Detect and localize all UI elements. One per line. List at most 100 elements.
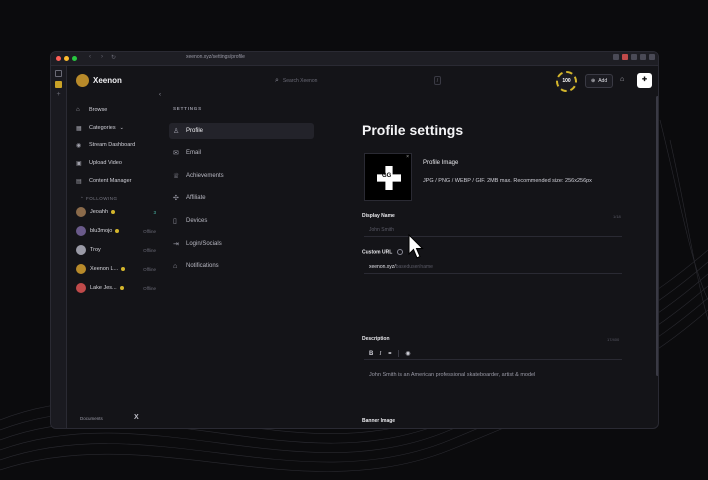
profile-image-help: JPG / PNG / WEBP / GIF. 2MB max. Recomme…	[423, 178, 592, 184]
info-icon[interactable]	[396, 249, 403, 255]
settings-tab-login-socials[interactable]: ⇥ Login/Socials	[169, 236, 314, 252]
add-button[interactable]: ⊕ Add	[585, 74, 614, 88]
verified-badge-icon	[111, 210, 116, 214]
extension-icon[interactable]	[649, 54, 655, 60]
profile-image-text: GG	[382, 173, 392, 179]
bold-icon[interactable]: B	[369, 351, 373, 357]
browser-sidebar-rail: +	[51, 66, 67, 428]
page-scrollbar[interactable]	[656, 96, 658, 376]
settings-tab-label: Email	[186, 150, 202, 156]
custom-url-prefix: xeenon.xyz/	[369, 264, 396, 270]
back-icon[interactable]: ‹	[89, 54, 91, 60]
profile-image-label: Profile Image	[423, 160, 459, 166]
follower-item[interactable]: blu3mojo Offline	[76, 225, 156, 237]
tab-favicon-icon[interactable]	[55, 81, 62, 88]
follower-status: Offline	[143, 266, 156, 272]
new-tab-icon[interactable]: +	[55, 91, 62, 99]
xeenon-logo[interactable]	[76, 74, 89, 87]
follower-name: blu3mojo	[90, 228, 113, 234]
address-bar[interactable]: xeenon.xyz/settings/profile	[186, 54, 245, 60]
custom-url-label-text: Custom URL	[362, 249, 393, 256]
description-label: Description	[362, 336, 390, 342]
preview-eye-icon[interactable]: ◉	[405, 350, 410, 357]
following-title: FOLLOWING	[86, 196, 118, 201]
search-input[interactable]: ⌕ Search Xeenon /	[275, 75, 441, 87]
plus-icon: ⊕	[591, 78, 596, 84]
toolbar-divider	[398, 350, 400, 357]
sidebar-item-content-manager[interactable]: ▤ Content Manager	[76, 176, 132, 186]
verified-badge-icon	[121, 267, 126, 271]
trophy-icon: ♕	[173, 173, 180, 180]
forward-icon[interactable]: ›	[101, 54, 103, 60]
follower-name: Lake Jes...	[90, 285, 117, 291]
display-name-field[interactable]: John Smith	[364, 223, 622, 237]
follower-name: Jeoahh	[90, 209, 109, 215]
broadcast-icon: ◉	[76, 142, 82, 149]
settings-tab-affiliate[interactable]: ✣ Affiliate	[169, 190, 314, 206]
settings-tab-notifications[interactable]: ⌂ Notifications	[169, 258, 314, 274]
reload-icon[interactable]: ↻	[111, 54, 116, 61]
settings-tab-achievements[interactable]: ♕ Achievements	[169, 168, 314, 184]
sidebar-item-browse[interactable]: ⌂ Browse	[76, 105, 107, 115]
link-icon[interactable]: ⚭	[387, 350, 392, 357]
search-shortcut: /	[434, 76, 441, 85]
notifications-icon[interactable]: ⌂	[620, 76, 624, 83]
coin-balance-badge[interactable]: 100	[556, 71, 577, 92]
follower-item[interactable]: Troy Offline	[76, 244, 156, 256]
video-icon: ▣	[76, 160, 82, 167]
italic-icon[interactable]: I	[379, 351, 381, 357]
follower-name: Xeenon L...	[90, 266, 119, 272]
following-heading: ⌃ FOLLOWING	[80, 196, 118, 202]
extension-icon[interactable]	[622, 54, 628, 60]
home-icon: ⌂	[76, 107, 80, 113]
sidebar-item-upload-video[interactable]: ▣ Upload Video	[76, 158, 122, 168]
description-text[interactable]: John Smith is an American professional s…	[369, 372, 535, 378]
extension-icon[interactable]	[613, 54, 619, 60]
follower-avatar	[76, 245, 86, 255]
rich-text-toolbar: B I ⚭ ◉	[364, 348, 622, 360]
custom-url-field[interactable]: xeenon.xyz/baseduser/name	[364, 260, 622, 274]
follower-avatar	[76, 207, 86, 217]
share-icon: ✣	[173, 195, 179, 202]
remove-image-icon[interactable]: ×	[406, 154, 409, 160]
settings-tab-email[interactable]: ✉ Email	[169, 145, 314, 161]
custom-url-placeholder: baseduser/name	[395, 264, 433, 270]
follower-avatar	[76, 264, 86, 274]
login-icon: ⇥	[173, 241, 179, 248]
close-window-icon[interactable]	[56, 56, 61, 61]
extension-icon[interactable]	[631, 54, 637, 60]
browser-extensions	[613, 54, 655, 60]
profile-settings-panel: Profile settings GG × Profile Image JPG …	[323, 96, 658, 428]
custom-url-label: Custom URL	[362, 249, 403, 255]
x-social-icon[interactable]: X	[134, 414, 139, 421]
browser-window: ‹ › ↻ xeenon.xyz/settings/profile + Xeen…	[50, 51, 659, 429]
search-placeholder: Search Xeenon	[282, 78, 318, 84]
settings-tab-profile[interactable]: ♙ Profile	[169, 123, 314, 139]
description-count: 17/400	[607, 337, 620, 342]
folder-icon: ▤	[76, 178, 82, 185]
follower-name: Troy	[90, 247, 101, 253]
mouse-cursor-icon	[408, 234, 424, 259]
minimize-window-icon[interactable]	[64, 56, 69, 61]
grid-icon: ▦	[76, 125, 82, 132]
extension-icon[interactable]	[640, 54, 646, 60]
follower-item[interactable]: Xeenon L... Offline	[76, 263, 156, 275]
user-avatar[interactable]: ✚	[637, 73, 652, 88]
sidebar-toggle-icon[interactable]	[55, 70, 62, 77]
sidebar-item-categories[interactable]: ▦ Categories ⌄	[76, 123, 124, 133]
documents-link[interactable]: Documents	[80, 416, 103, 421]
display-name-count: 1/18	[613, 214, 621, 219]
sidebar-item-label: Categories	[89, 125, 116, 131]
app-sidebar: ⌂ Browse ▦ Categories ⌄ ◉ Stream Dashboa…	[67, 96, 161, 428]
settings-nav: SETTINGS ♙ Profile ✉ Email ♕ Achievement…	[163, 96, 323, 428]
follower-item[interactable]: Lake Jes... Offline	[76, 282, 156, 294]
maximize-window-icon[interactable]	[72, 56, 77, 61]
follower-item[interactable]: Jeoahh 3	[76, 206, 156, 218]
brand-name[interactable]: Xeenon	[93, 76, 122, 85]
profile-image-upload[interactable]: GG ×	[364, 153, 412, 201]
device-icon: ▯	[173, 218, 177, 225]
browser-chrome: ‹ › ↻ xeenon.xyz/settings/profile	[51, 52, 658, 66]
display-name-placeholder: John Smith	[369, 227, 395, 233]
settings-tab-devices[interactable]: ▯ Devices	[169, 213, 314, 229]
sidebar-item-stream-dashboard[interactable]: ◉ Stream Dashboard	[76, 140, 135, 150]
